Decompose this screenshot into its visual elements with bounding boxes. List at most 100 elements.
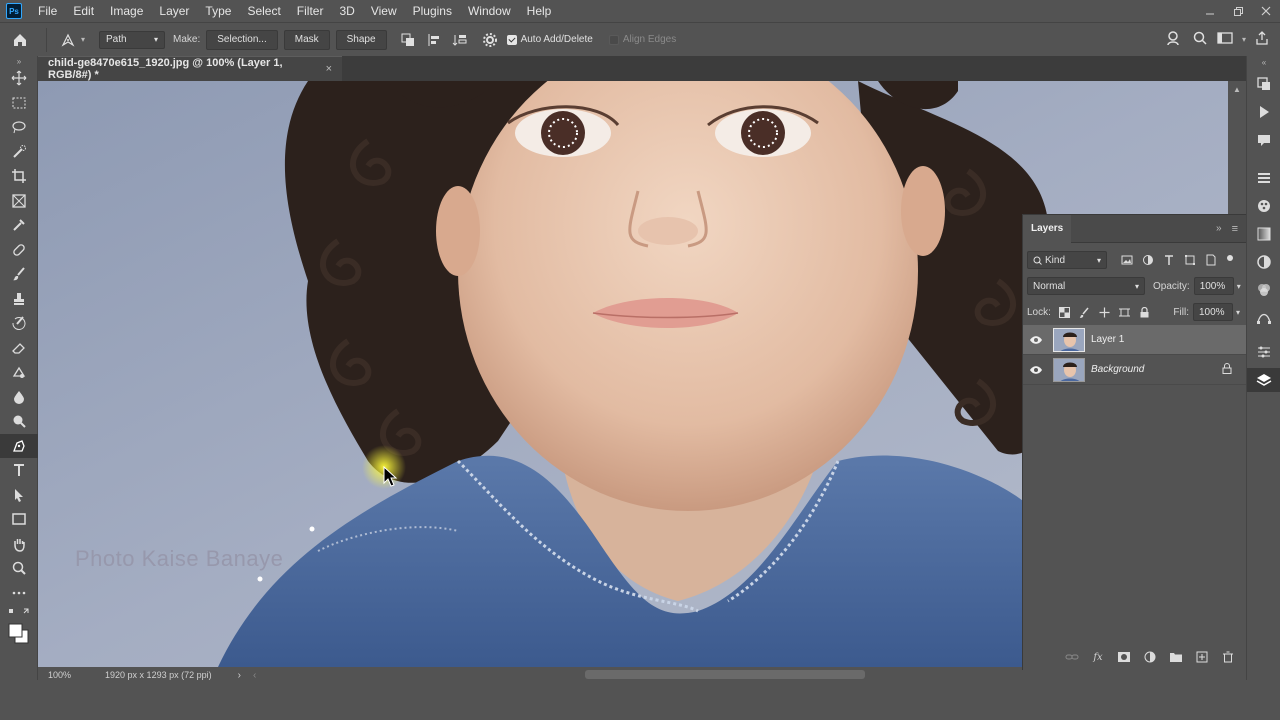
lock-position-icon[interactable]	[1099, 307, 1110, 318]
new-adjustment-layer-icon[interactable]	[1141, 648, 1159, 666]
lasso-tool-icon[interactable]	[0, 115, 38, 140]
lock-transparent-pixels-icon[interactable]	[1058, 306, 1070, 318]
make-shape-button[interactable]: Shape	[335, 29, 387, 50]
channels-panel-icon[interactable]	[1247, 278, 1280, 302]
marquee-tool-icon[interactable]	[0, 91, 38, 116]
path-alignment-icon[interactable]	[423, 29, 445, 51]
menu-window[interactable]: Window	[460, 0, 519, 22]
make-selection-button[interactable]: Selection...	[206, 29, 278, 50]
document-tab[interactable]: child-ge8470e615_1920.jpg @ 100% (Layer …	[38, 56, 342, 81]
add-mask-icon[interactable]	[1115, 648, 1133, 666]
properties-panel-icon[interactable]	[1247, 166, 1280, 190]
pen-tool-preset-icon[interactable]	[57, 29, 79, 51]
type-tool-icon[interactable]	[0, 458, 38, 483]
layers-tab[interactable]: Layers	[1023, 214, 1072, 243]
swap-colors-icon[interactable]	[0, 605, 38, 619]
menu-edit[interactable]: Edit	[65, 0, 102, 22]
blur-tool-icon[interactable]	[0, 385, 38, 410]
scroll-left-icon[interactable]: ‹	[253, 670, 256, 681]
new-group-folder-icon[interactable]	[1167, 648, 1185, 666]
frame-tool-icon[interactable]	[0, 189, 38, 214]
history-panel-icon[interactable]	[1247, 72, 1280, 96]
smart-object-filter-icon[interactable]	[1205, 254, 1217, 266]
adjustment-filter-icon[interactable]	[1142, 254, 1154, 266]
menu-select[interactable]: Select	[239, 0, 288, 22]
chevron-down-icon[interactable]: ▾	[1237, 282, 1241, 291]
layer-row-layer-1[interactable]: Layer 1	[1023, 325, 1246, 355]
align-edges-checkbox[interactable]	[608, 34, 619, 45]
layer-name[interactable]: Layer 1	[1091, 334, 1124, 345]
brush-tool-icon[interactable]	[0, 262, 38, 287]
more-tools-icon[interactable]	[0, 581, 38, 606]
panel-menu-icon[interactable]: ≡	[1232, 223, 1238, 235]
rectangle-tool-icon[interactable]	[0, 507, 38, 532]
libraries-panel-icon[interactable]	[1247, 340, 1280, 364]
gradient-tool-icon[interactable]	[0, 360, 38, 385]
history-brush-tool-icon[interactable]	[0, 311, 38, 336]
workspace-icon[interactable]	[1216, 30, 1234, 49]
restore-icon[interactable]	[1224, 0, 1252, 22]
menu-layer[interactable]: Layer	[151, 0, 197, 22]
menu-view[interactable]: View	[363, 0, 405, 22]
link-layers-icon[interactable]	[1063, 648, 1081, 666]
chevron-down-icon[interactable]: ▾	[81, 35, 85, 44]
menu-plugins[interactable]: Plugins	[405, 0, 460, 22]
dodge-tool-icon[interactable]	[0, 409, 38, 434]
layer-style-fx-icon[interactable]: fx	[1089, 648, 1107, 666]
path-operations-icon[interactable]	[397, 29, 419, 51]
share-icon[interactable]	[1166, 29, 1184, 50]
collapse-icon[interactable]: »	[0, 56, 38, 66]
visibility-eye-icon[interactable]	[1023, 335, 1049, 345]
share-upload-icon[interactable]	[1254, 30, 1270, 49]
new-layer-icon[interactable]	[1193, 648, 1211, 666]
menu-help[interactable]: Help	[519, 0, 560, 22]
shape-filter-icon[interactable]	[1184, 254, 1196, 266]
path-selection-tool-icon[interactable]	[0, 483, 38, 508]
comments-panel-icon[interactable]	[1247, 128, 1280, 152]
scroll-up-icon[interactable]: ▲	[1233, 85, 1241, 94]
zoom-level[interactable]: 100%	[48, 670, 71, 680]
crop-tool-icon[interactable]	[0, 164, 38, 189]
visibility-eye-icon[interactable]	[1023, 365, 1049, 375]
menu-3d[interactable]: 3D	[331, 0, 362, 22]
close-tab-icon[interactable]: ×	[326, 63, 332, 75]
adjustments-panel-icon[interactable]	[1247, 250, 1280, 274]
zoom-tool-icon[interactable]	[0, 556, 38, 581]
close-icon[interactable]	[1252, 0, 1280, 22]
delete-layer-icon[interactable]	[1219, 648, 1237, 666]
menu-image[interactable]: Image	[102, 0, 151, 22]
filter-toggle-icon[interactable]	[1226, 254, 1234, 266]
gear-icon[interactable]	[479, 29, 501, 51]
eyedropper-tool-icon[interactable]	[0, 213, 38, 238]
eraser-tool-icon[interactable]	[0, 336, 38, 361]
pen-tool-icon[interactable]	[0, 433, 38, 458]
home-icon[interactable]	[0, 23, 40, 57]
healing-brush-tool-icon[interactable]	[0, 238, 38, 263]
search-icon[interactable]	[1192, 30, 1208, 49]
layers-panel-icon[interactable]	[1247, 368, 1280, 392]
image-filter-icon[interactable]	[1121, 254, 1133, 266]
color-swatches[interactable]	[0, 619, 38, 649]
chevron-down-icon[interactable]: ▾	[1236, 308, 1240, 317]
auto-add-delete-checkbox[interactable]	[506, 34, 517, 45]
collapse-panels-icon[interactable]: «	[1247, 56, 1280, 68]
layer-row-background[interactable]: Background	[1023, 355, 1246, 385]
path-arrangement-icon[interactable]	[449, 29, 471, 51]
clone-stamp-tool-icon[interactable]	[0, 287, 38, 312]
lock-all-icon[interactable]	[1139, 306, 1150, 318]
tool-mode-select[interactable]: Path ▾	[99, 30, 166, 49]
actions-panel-icon[interactable]	[1247, 100, 1280, 124]
hand-tool-icon[interactable]	[0, 532, 38, 557]
status-expand-icon[interactable]: ›	[238, 670, 241, 681]
gradients-panel-icon[interactable]	[1247, 222, 1280, 246]
fill-input[interactable]: 100%	[1192, 303, 1233, 321]
minimize-icon[interactable]	[1196, 0, 1224, 22]
collapse-panel-icon[interactable]: »	[1216, 223, 1222, 234]
layer-name[interactable]: Background	[1091, 364, 1144, 375]
menu-filter[interactable]: Filter	[289, 0, 332, 22]
paths-panel-icon[interactable]	[1247, 306, 1280, 330]
quick-selection-tool-icon[interactable]	[0, 140, 38, 165]
blend-mode-select[interactable]: Normal ▾	[1027, 277, 1145, 295]
make-mask-button[interactable]: Mask	[283, 29, 330, 50]
menu-type[interactable]: Type	[197, 0, 239, 22]
